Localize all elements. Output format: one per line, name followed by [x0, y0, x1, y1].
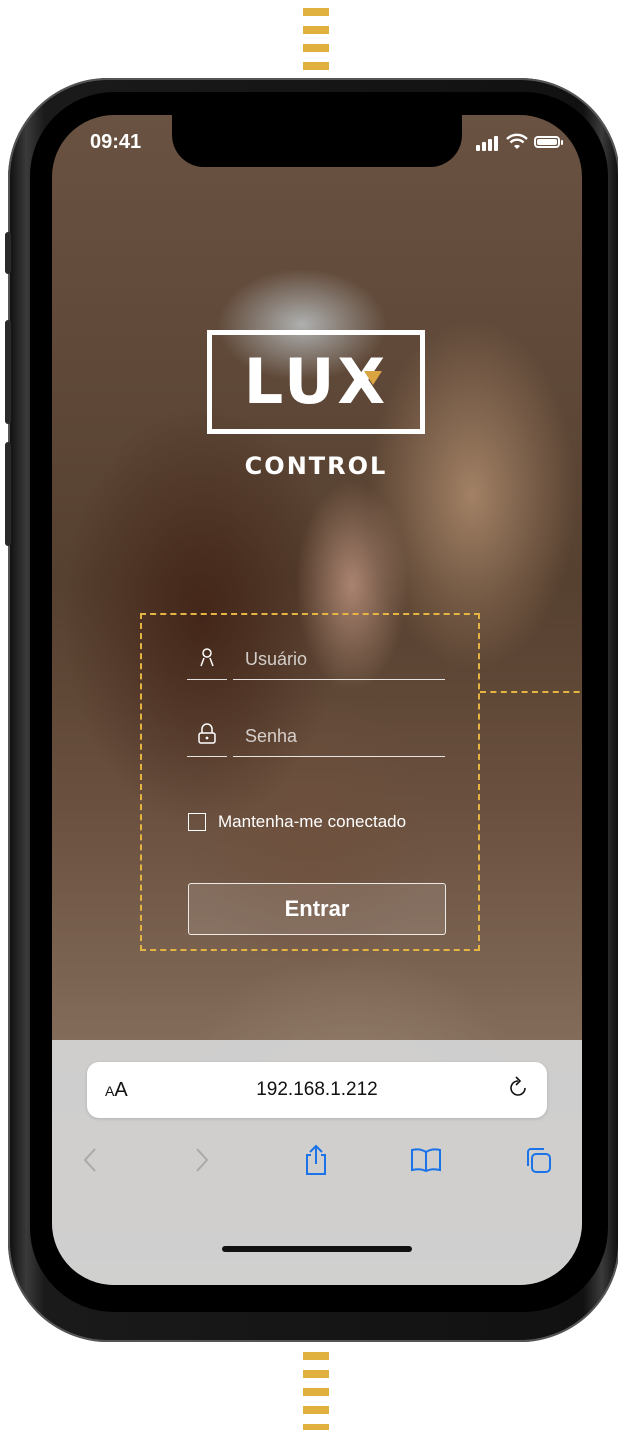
password-field[interactable]: [187, 712, 445, 758]
battery-icon: [534, 136, 563, 148]
login-button-label: Entrar: [284, 896, 350, 921]
annotation-dash: [303, 1388, 329, 1396]
notch: [172, 115, 462, 167]
status-bar: 09:41: [52, 115, 582, 175]
annotation-dash: [303, 1406, 329, 1414]
logo-accent-mark: [364, 371, 382, 385]
wifi-icon: [506, 133, 528, 149]
annotation-connector-line: [480, 691, 582, 693]
signal-icon: [476, 136, 498, 151]
annotation-dash: [303, 1424, 329, 1430]
volume-down-button: [5, 442, 11, 546]
remember-me-checkbox[interactable]: [188, 813, 206, 831]
annotation-dash: [303, 8, 329, 16]
browser-toolbar: [52, 1140, 582, 1190]
status-time: 09:41: [90, 131, 142, 153]
tabs-icon[interactable]: [518, 1140, 558, 1180]
volume-up-button: [5, 320, 11, 424]
password-input[interactable]: [243, 720, 437, 752]
forward-icon[interactable]: [182, 1140, 222, 1180]
username-input[interactable]: [243, 643, 437, 675]
back-icon[interactable]: [70, 1140, 110, 1180]
reload-icon[interactable]: [509, 1076, 529, 1105]
url-text[interactable]: 192.168.1.212: [87, 1079, 547, 1101]
bookmarks-icon[interactable]: [406, 1140, 446, 1180]
remember-me-label[interactable]: Mantenha-me conectado: [218, 812, 406, 832]
logo: LUX: [207, 330, 425, 434]
user-icon: [187, 635, 227, 680]
logo-subtitle: CONTROL: [244, 452, 388, 480]
address-bar[interactable]: AA 192.168.1.212: [87, 1062, 547, 1118]
remember-me-row[interactable]: Mantenha-me conectado: [188, 809, 406, 835]
annotation-dash: [303, 1370, 329, 1378]
annotation-dash: [303, 62, 329, 70]
annotation-dash: [303, 1352, 329, 1360]
status-icons: [464, 133, 563, 153]
screen: 09:41 LUX CONTROL Usuário Mantenha-me co…: [52, 115, 582, 1285]
mute-switch: [5, 232, 11, 274]
home-indicator: [222, 1246, 412, 1252]
lock-icon: [187, 712, 227, 757]
username-field[interactable]: [187, 635, 445, 681]
share-icon[interactable]: [296, 1140, 336, 1180]
annotation-dash: [303, 26, 329, 34]
login-button[interactable]: Entrar: [188, 883, 446, 935]
annotation-dash: [303, 44, 329, 52]
